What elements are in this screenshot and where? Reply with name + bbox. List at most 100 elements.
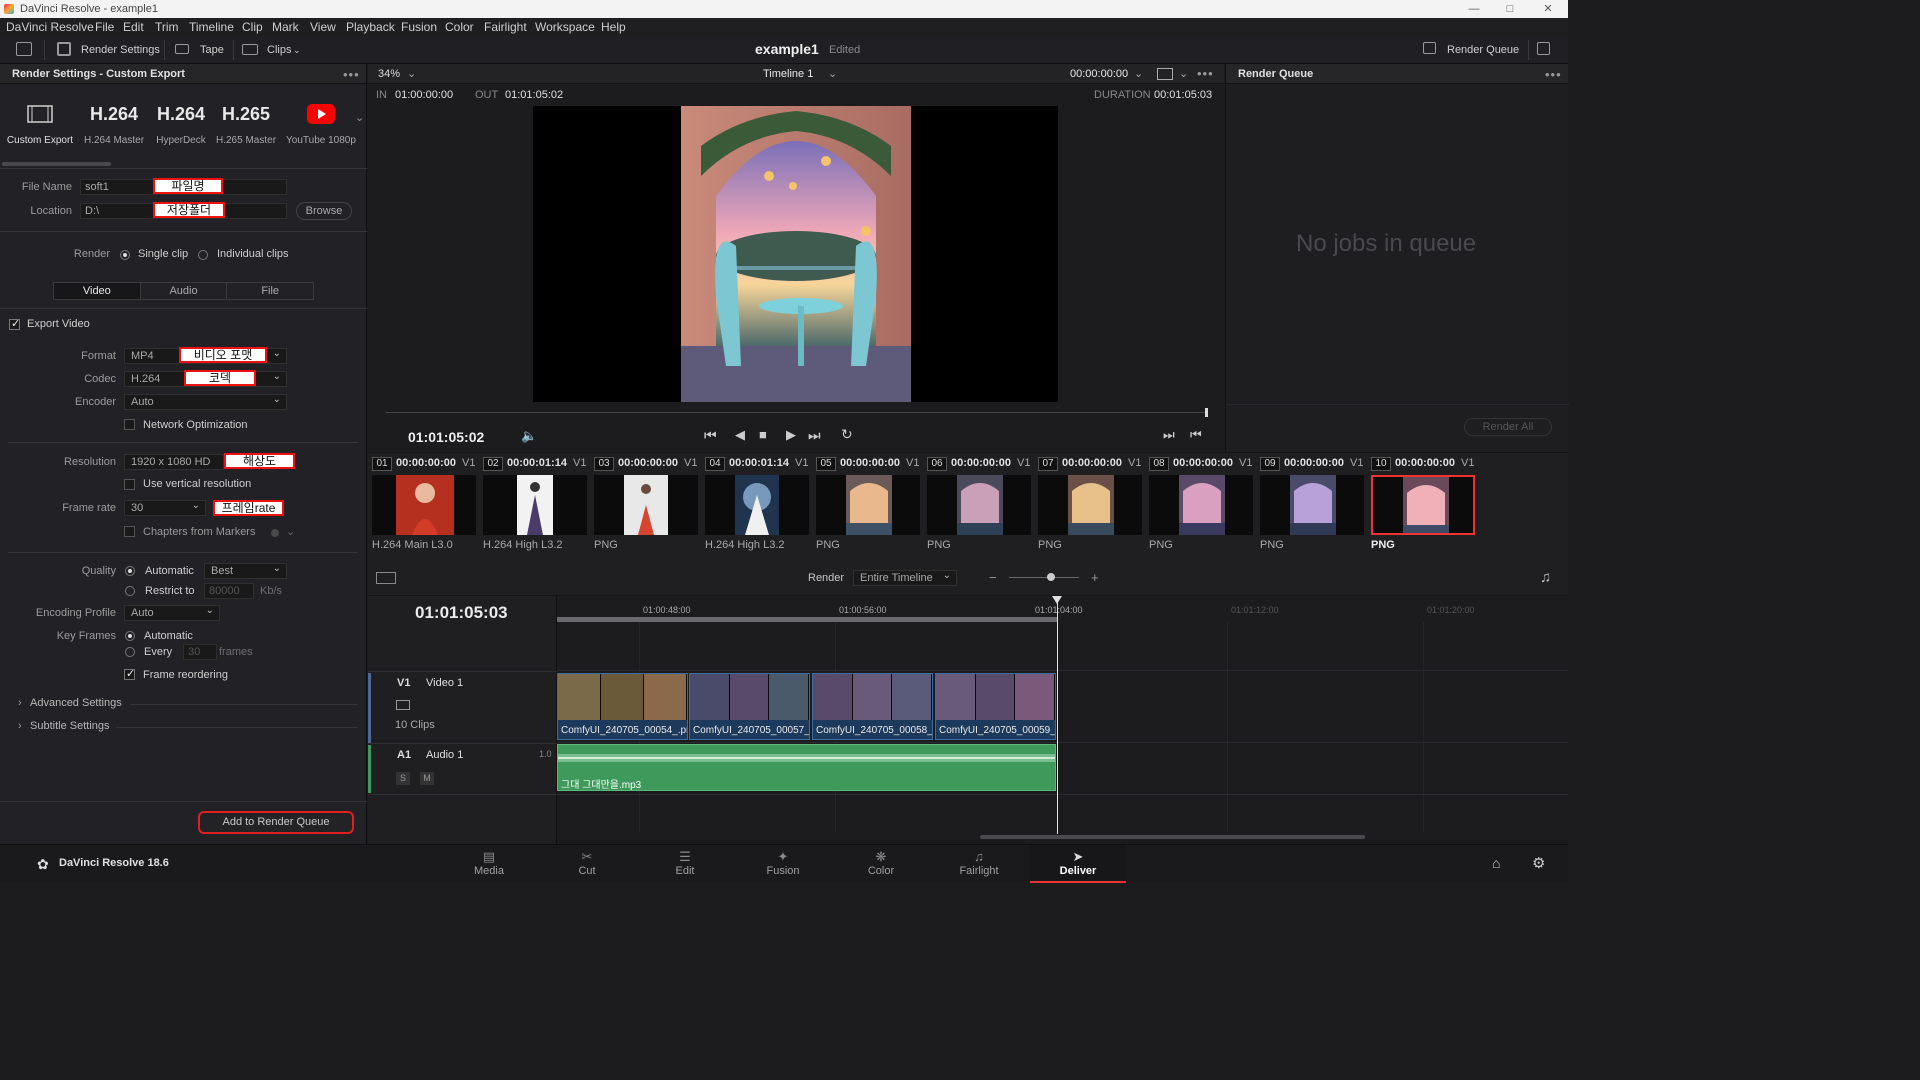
restrict-to-radio[interactable] (125, 586, 135, 596)
clip-thumbnail[interactable]: 05 00:00:00:00 V1 PNG (812, 453, 920, 559)
clip-thumbnail[interactable]: 04 00:00:01:14 V1 H.264 High L3.2 (701, 453, 809, 559)
preset-h265-master[interactable]: H.265 H.265 Master (216, 104, 276, 146)
vertical-resolution-checkbox[interactable] (124, 479, 135, 490)
chapters-checkbox[interactable] (124, 526, 135, 537)
track-a1-name[interactable]: Audio 1 (426, 749, 463, 761)
audio-meter-icon[interactable]: ♫ (1540, 569, 1551, 586)
clip-thumbnail[interactable]: 09 00:00:00:00 V1 PNG (1256, 453, 1364, 559)
tape-icon[interactable] (175, 44, 189, 54)
volume-icon[interactable]: 🔈 (521, 428, 537, 444)
browse-button[interactable]: Browse (296, 202, 352, 220)
menu-workspace[interactable]: Workspace (535, 20, 595, 34)
encoder-dropdown[interactable]: Auto ⌄ (124, 394, 287, 410)
settings-gear-icon[interactable]: ⚙ (1532, 854, 1545, 872)
timeline-video-clip[interactable]: ComfyUI_240705_00058_.... (812, 673, 933, 740)
presets-scrollbar[interactable] (2, 162, 111, 166)
menu-davinci-resolve[interactable]: DaVinci Resolve (6, 20, 94, 34)
menu-mark[interactable]: Mark (272, 20, 299, 34)
clip-thumbnail[interactable]: 01 00:00:00:00 V1 H.264 Main L3.0 (368, 453, 476, 559)
zoom-slider-handle[interactable] (1047, 573, 1055, 581)
mute-button[interactable]: M (420, 772, 434, 785)
keyframes-automatic-radio[interactable] (125, 631, 135, 641)
menu-clip[interactable]: Clip (242, 20, 263, 34)
clip-thumbnail[interactable]: 06 00:00:00:00 V1 PNG (923, 453, 1031, 559)
preset-h264-master[interactable]: H.264 H.264 Master (84, 104, 144, 146)
resolution-dropdown[interactable]: 1920 x 1080 HD (124, 454, 224, 470)
clips-toggle[interactable]: Clips (267, 44, 291, 56)
menu-view[interactable]: View (310, 20, 336, 34)
page-fairlight[interactable]: ♫ Fairlight (931, 845, 1027, 883)
play-icon[interactable]: ▶ (786, 427, 796, 443)
preset-custom-export[interactable]: Custom Export (6, 104, 74, 146)
go-to-end-icon[interactable]: ⏭ (808, 427, 821, 444)
tab-file[interactable]: File (227, 283, 313, 299)
add-to-render-queue-button[interactable]: Add to Render Queue (198, 811, 354, 834)
zoom-out-icon[interactable]: − (989, 570, 997, 585)
viewer-mode-icon[interactable] (1157, 68, 1173, 80)
menu-fairlight[interactable]: Fairlight (484, 20, 527, 34)
chevron-down-icon[interactable]: ⌄ (1134, 67, 1143, 80)
encoding-profile-dropdown[interactable]: Auto ⌄ (124, 605, 220, 621)
menu-timeline[interactable]: Timeline (189, 20, 234, 34)
render-queue-icon[interactable] (1423, 42, 1436, 54)
individual-clips-radio[interactable] (198, 250, 208, 260)
minimize-icon[interactable]: — (1456, 0, 1492, 18)
subtitle-settings-toggle[interactable]: Subtitle Settings (30, 720, 110, 732)
timeline-video-clip[interactable]: ComfyUI_240705_00057_... (689, 673, 810, 740)
page-cut[interactable]: ✂ Cut (539, 845, 635, 883)
expand-icon[interactable] (1537, 42, 1550, 55)
framerate-dropdown[interactable]: 30 ⌄ (124, 500, 206, 516)
quality-automatic-radio[interactable] (125, 566, 135, 576)
viewer-timecode[interactable]: 00:00:00:00 (1070, 68, 1128, 80)
menu-edit[interactable]: Edit (123, 20, 144, 34)
preset-hyperdeck[interactable]: H.264 HyperDeck (152, 104, 210, 146)
zoom-slider[interactable] (1009, 577, 1079, 578)
previous-clip-icon[interactable]: ⏮ (1190, 427, 1202, 443)
keyframes-every-radio[interactable] (125, 647, 135, 657)
zoom-in-icon[interactable]: + (1091, 570, 1099, 585)
chevron-right-icon[interactable]: › (18, 720, 22, 732)
timeline-video-clip[interactable]: ComfyUI_240705_00059_.... (935, 673, 1056, 740)
quality-dropdown[interactable]: Best ⌄ (204, 563, 287, 579)
single-clip-radio[interactable] (120, 250, 130, 260)
film-icon[interactable] (396, 700, 410, 710)
timeline-scrollbar[interactable] (980, 835, 1365, 839)
render-settings-icon[interactable] (57, 42, 71, 56)
menu-fusion[interactable]: Fusion (401, 20, 437, 34)
menu-file[interactable]: File (95, 20, 114, 34)
more-options-icon[interactable]: ••• (1197, 66, 1214, 81)
network-optimization-checkbox[interactable] (124, 419, 135, 430)
tab-audio[interactable]: Audio (141, 283, 228, 299)
chevron-down-icon[interactable]: ⌄ (293, 45, 301, 56)
timeline-selector[interactable]: Timeline 1 (763, 68, 813, 80)
maximize-icon[interactable]: □ (1492, 0, 1528, 18)
page-media[interactable]: ▤ Media (441, 845, 537, 883)
zoom-dropdown[interactable]: 34% (378, 68, 400, 80)
tape-toggle[interactable]: Tape (200, 44, 224, 56)
chevron-down-icon[interactable]: ⌄ (286, 525, 295, 538)
more-options-icon[interactable]: ••• (1545, 67, 1562, 82)
playhead-marker-icon[interactable] (1052, 596, 1062, 604)
chevron-down-icon[interactable]: ⌄ (407, 67, 416, 80)
clip-thumbnail[interactable]: 02 00:00:01:14 V1 H.264 High L3.2 (479, 453, 587, 559)
export-video-checkbox[interactable] (9, 317, 20, 330)
home-icon[interactable]: ⌂ (1492, 855, 1500, 871)
stop-icon[interactable]: ■ (759, 427, 767, 442)
menu-trim[interactable]: Trim (155, 20, 179, 34)
frame-reordering-checkbox[interactable] (124, 667, 135, 680)
clip-thumbnail[interactable]: 03 00:00:00:00 V1 PNG (590, 453, 698, 559)
page-color[interactable]: ❋ Color (833, 845, 929, 883)
clip-thumbnail[interactable]: 08 00:00:00:00 V1 PNG (1145, 453, 1253, 559)
next-clip-icon[interactable]: ⏭ (1163, 427, 1175, 443)
clips-icon[interactable] (242, 44, 258, 55)
page-edit[interactable]: ☰ Edit (637, 845, 733, 883)
more-options-icon[interactable]: ••• (343, 67, 360, 82)
advanced-settings-toggle[interactable]: Advanced Settings (30, 697, 122, 709)
chevron-down-icon[interactable]: ⌄ (1179, 67, 1188, 80)
timeline-playhead[interactable] (1057, 596, 1058, 834)
track-v1-name[interactable]: Video 1 (426, 677, 463, 689)
clip-thumbnail-selected[interactable]: 10 00:00:00:00 V1 PNG (1367, 453, 1479, 559)
presets-more-icon[interactable]: ⌄ (355, 111, 364, 124)
go-to-start-icon[interactable]: ⏮ (704, 427, 717, 444)
marker-color-icon[interactable] (271, 529, 279, 537)
